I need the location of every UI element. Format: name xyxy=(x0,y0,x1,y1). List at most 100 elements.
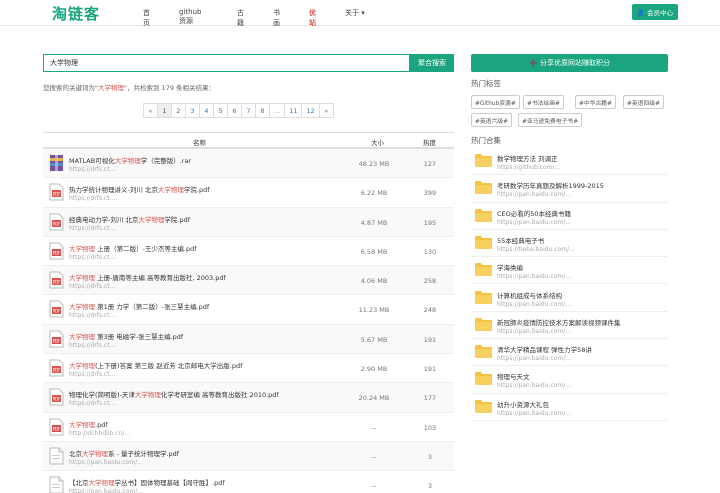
collection-item[interactable]: 新冠肺炎疫情防控技术方案解读视频课件集 https://pan.baidu.com… xyxy=(471,312,668,340)
tags-heading: 热门标签 xyxy=(471,79,501,88)
collection-item[interactable]: 计算机组成与体系结构 https://pan.baidu.com/... xyxy=(471,285,668,312)
result-summary: 您搜索的关键词为"大学物理"，共检索到 179 条相关结果： xyxy=(43,82,215,92)
pdf-file-icon: PDF xyxy=(49,183,64,201)
title-keyword: 大学物理 xyxy=(82,449,108,458)
tag-amazon-ebooks[interactable]: #亚马逊免费电子书# xyxy=(518,113,583,127)
file-title-link[interactable]: 大学物理 上册（第二版）-王少杰等主编.pdf xyxy=(69,243,197,253)
page-12[interactable]: 12 xyxy=(301,103,320,118)
tag-github[interactable]: #Github资源# xyxy=(471,95,520,109)
collection-title[interactable]: 计算机组成与体系结构 xyxy=(497,290,562,300)
collection-item[interactable]: 清华大学精品课程 弹性力学58讲 https://pan.baidu.com/..… xyxy=(471,339,668,367)
table-row[interactable]: PDF 大学物理 上册（第二版）-王少杰等主编.pdf https://drfs.c… xyxy=(43,237,454,267)
header-name: 名称 xyxy=(193,139,206,147)
collection-item[interactable]: 物理与天文 https://pan.baidu.com/... xyxy=(471,366,668,394)
table-row[interactable]: PDF 经典电动力学-刘川 北京大学物理学院.pdf https://drfs.ct… xyxy=(43,207,454,237)
page-6[interactable]: 6 xyxy=(227,103,242,118)
table-row[interactable]: PDF 大学物理.pdf http://dl.hbdlib.cn/... -- 103 xyxy=(43,413,454,442)
collection-url: https://pan.baidu.com/... xyxy=(497,327,571,335)
title-post: 上册-唐南等主编 高等教育出版社, 2003.pdf xyxy=(95,274,226,283)
nav-calligraphy[interactable]: 书画 xyxy=(273,8,280,28)
folder-icon xyxy=(475,208,492,222)
file-title-link[interactable]: 北京大学物理系 - 量子统计物理学.pdf xyxy=(69,448,179,458)
file-title-link[interactable]: 大学物理 上册-唐南等主编 高等教育出版社, 2003.pdf xyxy=(69,272,226,282)
title-post: 化学考研室编 高等教育出版社 2010.pdf xyxy=(160,391,279,400)
member-center-button[interactable]: 👤 会员中心 xyxy=(632,4,678,20)
collection-title[interactable]: 数学物理方法 刘调正 xyxy=(497,153,558,163)
file-url: https://drfs.ct... xyxy=(69,166,116,173)
file-title-link[interactable]: 大学物理(上下册)答案 第三版 赵近芳 北京邮电大学出版.pdf xyxy=(69,360,242,370)
file-title-link[interactable]: 经典电动力学-刘川 北京大学物理学院.pdf xyxy=(69,214,190,224)
pdf-file-icon: PDF xyxy=(49,418,64,436)
svg-text:PDF: PDF xyxy=(53,338,61,343)
collection-item[interactable]: 考研数学历年真题及解析1999-2015 https://pan.baidu.co… xyxy=(471,175,668,203)
share-site-button[interactable]: ➕ 分享优质网站赚取积分 xyxy=(471,54,668,72)
collection-item[interactable]: 幼升小资源大礼包 https://pan.baidu.com/... xyxy=(471,394,668,421)
collection-item[interactable]: 数学物理方法 刘调正 https://github.com/... xyxy=(471,148,668,176)
collection-item[interactable]: 学海类编 https://pan.baidu.com/... xyxy=(471,257,668,285)
file-title-link[interactable]: 大学物理.pdf xyxy=(69,419,108,429)
collection-title[interactable]: 清华大学精品课程 弹性力学58讲 xyxy=(497,344,592,354)
svg-text:PDF: PDF xyxy=(53,280,61,285)
file-size: 20.24 MB xyxy=(358,394,390,403)
collection-url: https://pan.baidu.com/... xyxy=(497,273,571,281)
search-input[interactable] xyxy=(44,55,409,71)
nav-github[interactable]: github资源 xyxy=(179,8,201,26)
collection-title[interactable]: 幼升小资源大礼包 xyxy=(497,399,549,409)
file-title-link[interactable]: 【北京大学物理学丛书】固体物理基础【阎守胜】.pdf xyxy=(69,477,225,487)
file-size: 11.23 MB xyxy=(358,306,390,315)
table-row[interactable]: 北京大学物理系 - 量子统计物理学.pdf https://pan.baidu.c… xyxy=(43,441,454,472)
page-3[interactable]: 3 xyxy=(185,103,200,118)
page-7[interactable]: 7 xyxy=(241,103,256,118)
result-suffix: "，共检索到 179 条相关结果： xyxy=(124,84,216,92)
file-title-link[interactable]: 大学物理 第3册 电磁学-张三慧主编.pdf xyxy=(69,331,183,341)
pdf-file-icon: PDF xyxy=(49,271,64,289)
page-next[interactable]: » xyxy=(318,103,334,118)
tag-ancient-books[interactable]: #中华古籍# xyxy=(575,95,616,109)
collection-title[interactable]: 55本经典电子书 xyxy=(497,235,544,245)
table-row[interactable]: PDF 大学物理(上下册)答案 第三版 赵近芳 北京邮电大学出版.pdf https… xyxy=(43,354,454,384)
table-row[interactable]: PDF 热力学统计物理讲义-刘川 北京大学物理学院.pdf https://drfs… xyxy=(43,178,454,208)
file-heat: 3 xyxy=(427,482,433,491)
page-5[interactable]: 5 xyxy=(213,103,228,118)
collection-title[interactable]: 考研数学历年真题及解析1999-2015 xyxy=(497,180,604,190)
page-2[interactable]: 2 xyxy=(171,103,186,118)
collection-title[interactable]: 新冠肺炎疫情防控技术方案解读视频课件集 xyxy=(497,317,621,327)
file-title-link[interactable]: MATLAB可视化大学物理学（完整版）.rar xyxy=(69,155,191,165)
page-1[interactable]: 1 xyxy=(157,103,172,118)
search-button[interactable]: 聚合搜索 xyxy=(410,54,454,72)
collection-title[interactable]: CEO必看的50本经典书籍 xyxy=(497,208,571,218)
result-prefix: 您搜索的关键词为" xyxy=(43,84,98,92)
file-heat: 195 xyxy=(423,218,437,227)
file-heat: 258 xyxy=(423,277,437,286)
page-8[interactable]: 8 xyxy=(255,103,270,118)
file-size: 6.58 MB xyxy=(360,247,388,256)
table-row[interactable]: PDF 大学物理 上册-唐南等主编 高等教育出版社, 2003.pdf https:… xyxy=(43,266,454,296)
table-row[interactable]: 【北京大学物理学丛书】固体物理基础【阎守胜】.pdf https://pan.ba… xyxy=(43,471,454,493)
tag-calligraphy[interactable]: #书法绘画# xyxy=(523,95,564,109)
tag-cet4[interactable]: #英语四级# xyxy=(623,95,664,109)
nav-home[interactable]: 首页 xyxy=(143,8,150,28)
collection-item[interactable]: CEO必看的50本经典书籍 https://pan.baidu.com/... xyxy=(471,203,668,230)
table-row[interactable]: PDF 物理化学(简明版)-天津大学物理化学考研室编 高等教育出版社 2010.p… xyxy=(43,383,454,413)
file-title-link[interactable]: 大学物理 第1册 力学（第二版）-张三慧主编.pdf xyxy=(69,301,209,311)
collection-url: https://pan.baidu.com/... xyxy=(497,409,571,417)
collection-title[interactable]: 物理与天文 xyxy=(497,371,530,381)
nav-ancient-books[interactable]: 古籍 xyxy=(237,8,244,28)
title-pre: MATLAB可视化 xyxy=(69,157,115,165)
site-logo[interactable]: 淘链客 xyxy=(52,3,100,24)
tag-cet6[interactable]: #英语六级# xyxy=(471,113,512,127)
nav-about-dropdown[interactable]: 关于 ▾ xyxy=(345,8,365,18)
collection-title[interactable]: 学海类编 xyxy=(497,262,523,272)
file-title-link[interactable]: 热力学统计物理讲义-刘川 北京大学物理学院.pdf xyxy=(69,184,210,194)
page-4[interactable]: 4 xyxy=(199,103,214,118)
file-title-link[interactable]: 物理化学(简明版)-天津大学物理化学考研室编 高等教育出版社 2010.pdf xyxy=(69,389,279,399)
table-row[interactable]: PDF 大学物理 第1册 力学（第二版）-张三慧主编.pdf https://drf… xyxy=(43,295,454,325)
folder-icon xyxy=(475,317,492,331)
collection-item[interactable]: 55本经典电子书 https://tieba.baidu.com/... xyxy=(471,230,668,258)
table-row[interactable]: MATLAB可视化大学物理学（完整版）.rar https://drfs.ct..… xyxy=(43,149,454,179)
page-11[interactable]: 11 xyxy=(284,103,303,118)
nav-featured-sites[interactable]: 优站 xyxy=(309,8,316,28)
file-url: https://drfs.ct... xyxy=(69,312,116,320)
page-prev[interactable]: « xyxy=(143,103,158,118)
table-row[interactable]: PDF 大学物理 第3册 电磁学-张三慧主编.pdf https://drfs.ct… xyxy=(43,324,454,355)
